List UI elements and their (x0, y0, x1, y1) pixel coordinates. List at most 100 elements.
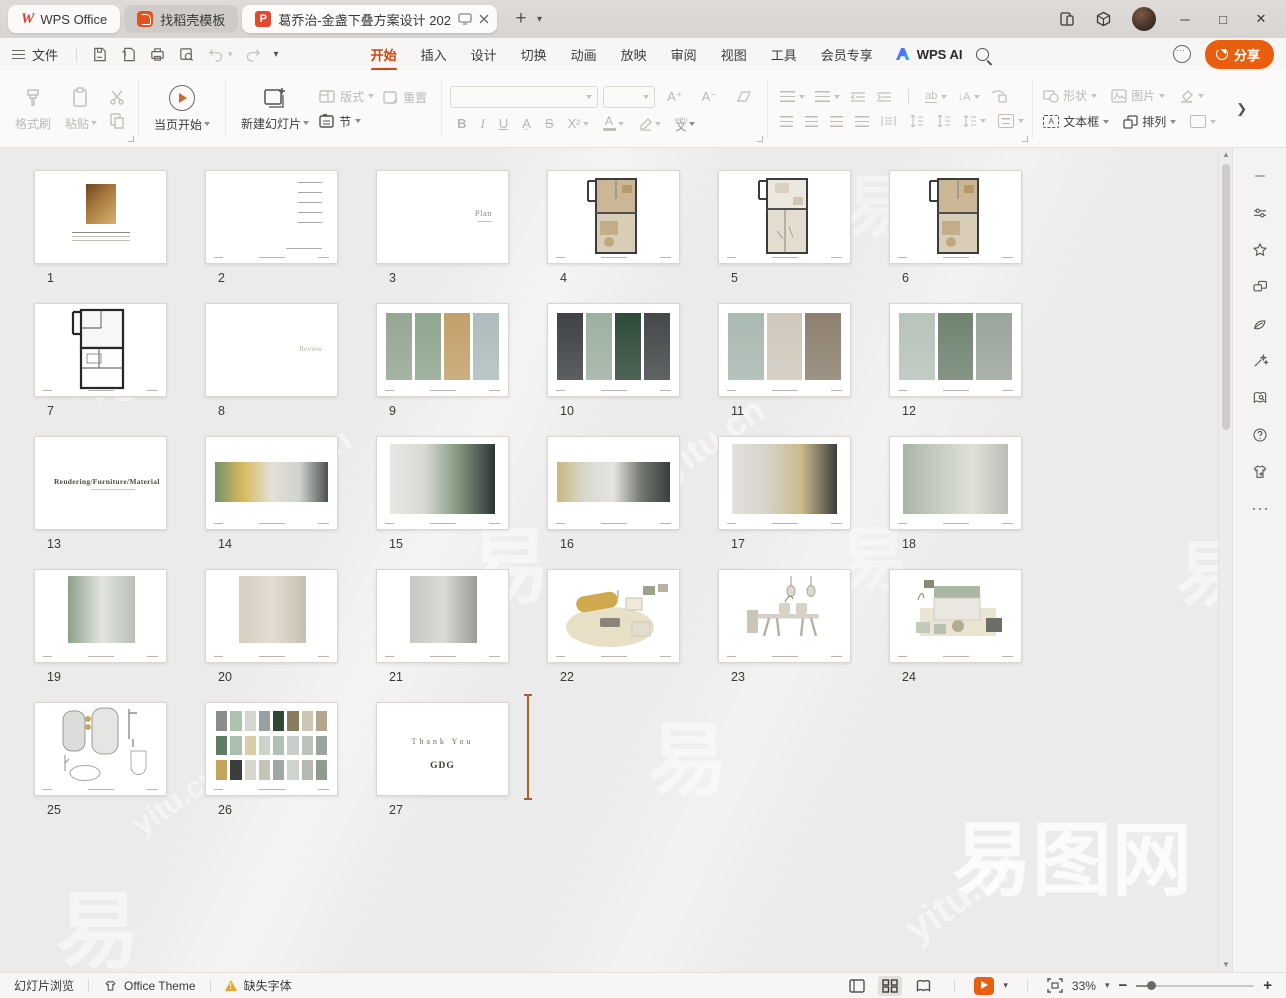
zoom-slider-knob[interactable] (1147, 981, 1156, 990)
help-icon[interactable] (1250, 425, 1270, 445)
slide-thumbnail-15[interactable] (376, 436, 509, 530)
feedback-shapes-icon[interactable] (1250, 277, 1270, 297)
close-button[interactable]: ✕ (1252, 11, 1270, 27)
slide-thumbnail-20[interactable] (205, 569, 338, 663)
bullet-list-button[interactable] (780, 91, 805, 102)
shapes-button[interactable]: 形状 (1043, 87, 1097, 104)
slide-thumbnail-3[interactable]: Plan (376, 170, 509, 264)
cut-icon[interactable] (108, 89, 126, 105)
save-icon[interactable] (91, 46, 108, 63)
justify-icon[interactable] (855, 116, 869, 127)
italic-button[interactable]: I (473, 116, 491, 132)
minimize-button[interactable]: ─ (1176, 12, 1194, 27)
menu-tab-7[interactable]: 视图 (709, 39, 759, 70)
line-spacing-button[interactable] (962, 115, 986, 127)
row-spacing-icon[interactable] (908, 115, 923, 127)
play-from-current-button[interactable]: 当页开始 (147, 85, 217, 133)
slide-thumbnail-2[interactable] (205, 170, 338, 264)
outline-color-button[interactable] (1190, 115, 1216, 128)
paragraph-dialog-launcher-icon[interactable] (1022, 136, 1028, 142)
object-properties-icon[interactable] (1250, 203, 1270, 223)
slide-thumbnail-19[interactable] (34, 569, 167, 663)
numbered-list-button[interactable] (815, 91, 840, 102)
zoom-out-button[interactable]: − (1118, 977, 1127, 994)
highlight-color-button[interactable] (631, 117, 668, 131)
user-avatar[interactable] (1132, 7, 1156, 31)
new-tab-button[interactable]: + (509, 8, 533, 30)
play-options-chevron-icon[interactable]: ▾ (1003, 980, 1008, 991)
favorites-star-icon[interactable] (1250, 240, 1270, 260)
convert-smartart-icon[interactable] (990, 90, 1007, 103)
increase-indent-icon[interactable] (876, 91, 892, 103)
workspace-box-icon[interactable] (1095, 11, 1112, 27)
new-slide-button[interactable]: 新建幻灯片 (234, 86, 316, 132)
slide-thumbnail-7[interactable] (34, 303, 167, 397)
slide-thumbnail-5[interactable] (718, 170, 851, 264)
zoom-chevron-icon[interactable]: ▾ (1105, 980, 1110, 991)
slide-thumbnail-8[interactable]: Review (205, 303, 338, 397)
search-icon[interactable] (976, 48, 989, 61)
slide-sorter-canvas[interactable]: 易yitu.cn易yitu.cn易易易易图网yitu.cn易yitu.cn易 1… (0, 148, 1232, 972)
slide-thumbnail-17[interactable] (718, 436, 851, 530)
vertical-text-button[interactable]: ↓A (957, 91, 980, 103)
tab-wps-home[interactable]: W WPS Office (8, 5, 120, 33)
slide-thumbnail-10[interactable] (547, 303, 680, 397)
slide-thumbnail-23[interactable] (718, 569, 851, 663)
slide-thumbnail-25[interactable] (34, 702, 167, 796)
tab-docer-template[interactable]: 找稻壳模板 (124, 5, 238, 33)
beautify-leaf-icon[interactable] (1250, 314, 1270, 334)
copy-icon[interactable] (108, 113, 126, 129)
text-align-vertical-button[interactable] (998, 114, 1024, 128)
arrange-button[interactable]: 排列 (1123, 113, 1176, 130)
find-reference-icon[interactable] (1250, 388, 1270, 408)
layout-button[interactable]: 版式 (318, 88, 374, 105)
zoom-slider[interactable] (1136, 985, 1254, 987)
reset-button[interactable]: 重置 (382, 89, 427, 106)
tab-document[interactable]: P 葛乔治-金盏下叠方案设计 202 (242, 5, 497, 33)
slide-thumbnail-21[interactable] (376, 569, 509, 663)
menu-tab-1[interactable]: 插入 (409, 39, 459, 70)
missing-font-indicator[interactable]: 缺失字体 (221, 977, 296, 994)
font-dialog-launcher-icon[interactable] (757, 136, 763, 142)
file-menu-button[interactable]: 文件 (0, 45, 70, 64)
print-preview-icon[interactable] (178, 46, 195, 63)
undo-chevron-icon[interactable]: ▾ (228, 49, 233, 60)
ribbon-expand-button[interactable]: ❯ (1226, 70, 1257, 147)
slide-thumbnail-13[interactable]: Rendering/Furniture/Material (34, 436, 167, 530)
slide-thumbnail-26[interactable] (205, 702, 338, 796)
picture-button[interactable]: 图片 (1111, 87, 1165, 104)
skin-theme-icon[interactable] (1250, 462, 1270, 482)
zoom-in-button[interactable]: + (1263, 977, 1272, 994)
print-icon[interactable] (149, 46, 166, 63)
qat-more-chevron-icon[interactable]: ▾ (274, 49, 279, 60)
wps-ai-button[interactable]: WPS AI (895, 47, 963, 62)
font-color-button[interactable]: A (596, 116, 631, 131)
char-spacing-button[interactable]: A̤ (515, 116, 538, 131)
distribute-icon[interactable] (881, 115, 896, 127)
clipboard-dialog-launcher-icon[interactable] (128, 136, 134, 142)
align-right-icon[interactable] (830, 116, 843, 127)
slide-thumbnail-24[interactable] (889, 569, 1022, 663)
slide-thumbnail-14[interactable] (205, 436, 338, 530)
scrollbar-thumb[interactable] (1222, 164, 1230, 430)
slide-thumbnail-9[interactable] (376, 303, 509, 397)
collapse-panel-icon[interactable] (1250, 166, 1270, 186)
col-spacing-icon[interactable] (935, 115, 950, 127)
cloud-status-icon[interactable] (1173, 45, 1191, 63)
smart-tools-wand-icon[interactable] (1250, 351, 1270, 371)
increase-font-icon[interactable]: A⁺ (660, 89, 690, 105)
slide-thumbnail-22[interactable] (547, 569, 680, 663)
mobile-sync-icon[interactable] (1059, 11, 1075, 27)
font-size-select[interactable] (603, 86, 655, 108)
clear-format-icon[interactable] (729, 90, 759, 103)
format-painter-button[interactable]: 格式刷 (8, 86, 58, 132)
slideshow-play-button[interactable] (974, 977, 994, 995)
menu-tab-3[interactable]: 切换 (509, 39, 559, 70)
bold-button[interactable]: B (450, 116, 473, 131)
slide-thumbnail-16[interactable] (547, 436, 680, 530)
share-button[interactable]: 分享 (1205, 40, 1274, 69)
decrease-font-icon[interactable]: A⁻ (695, 89, 725, 105)
text-direction-button[interactable]: ab (925, 90, 947, 103)
slide-thumbnail-11[interactable] (718, 303, 851, 397)
fill-color-button[interactable] (1179, 89, 1204, 103)
